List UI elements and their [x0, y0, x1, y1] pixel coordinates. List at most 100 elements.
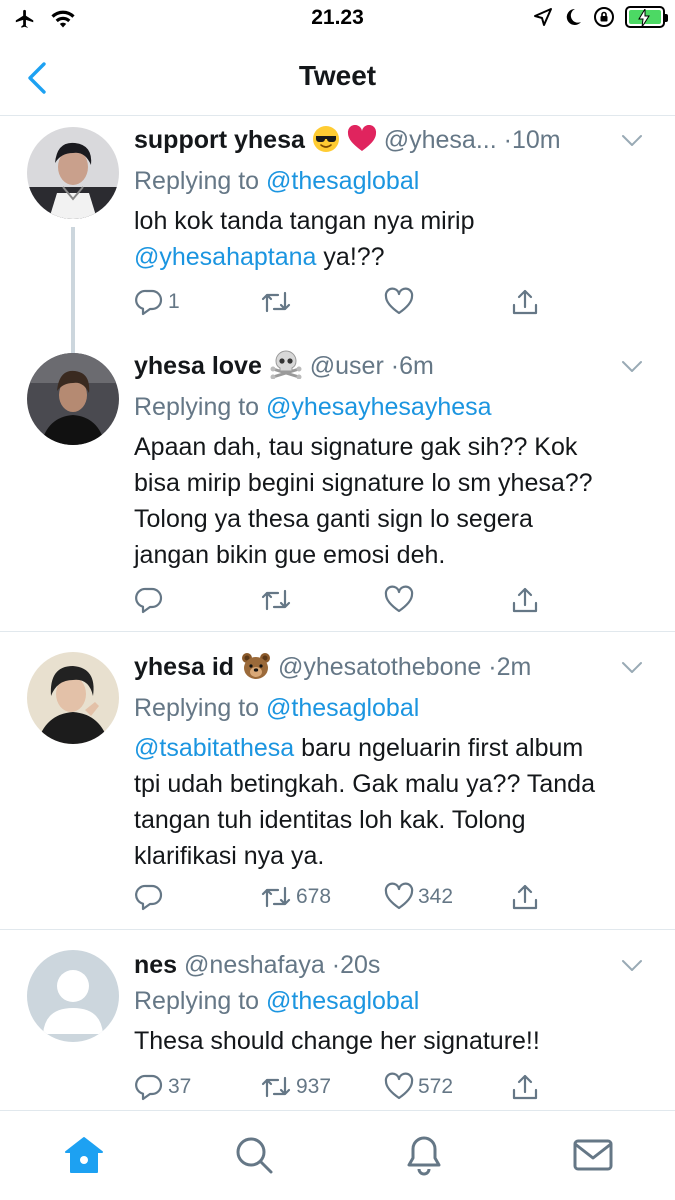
location-icon	[534, 8, 552, 26]
reply-button[interactable]	[134, 882, 168, 912]
retweet-count: 678	[296, 885, 332, 908]
tweet-actions: 37 937 572	[134, 1072, 554, 1106]
text-segment: klarifikasi nya ya.	[134, 842, 325, 870]
tweet-2[interactable]: yhesa love @user ·6m Replying to @yhesay…	[0, 345, 675, 631]
reply-button[interactable]: 37	[134, 1072, 191, 1102]
thread-line	[71, 227, 75, 345]
reply-button[interactable]	[134, 585, 168, 615]
red-heart-emoji	[347, 124, 377, 162]
reply-icon	[135, 587, 163, 614]
text-segment: bisa mirip begini signature lo sm yhesa?…	[134, 469, 593, 497]
heart-icon	[384, 1072, 414, 1100]
avatar[interactable]	[27, 127, 119, 219]
tweet-header: yhesa id @yhesatothebone ·2m	[134, 650, 645, 689]
retweet-button[interactable]	[260, 287, 296, 317]
tab-messages[interactable]	[571, 1133, 615, 1177]
mention-link[interactable]: @tsabitathesa	[134, 734, 294, 762]
retweet-button[interactable]: 937	[260, 1072, 331, 1102]
tweet-header: yhesa love @user ·6m	[134, 349, 645, 388]
tweet-text-line: tangan tuh identitas loh kak. Tolong	[134, 802, 645, 838]
status-bar: 21.23	[0, 0, 675, 38]
replying-to: Replying to @thesaglobal	[134, 691, 645, 725]
text-segment: tpi udah betingkah. Gak malu ya?? Tanda	[134, 770, 595, 798]
like-count: 572	[418, 1075, 454, 1098]
reply-icon	[135, 1074, 163, 1101]
like-button[interactable]: 572	[384, 1072, 453, 1102]
timestamp[interactable]: 6m	[399, 352, 434, 380]
like-button[interactable]	[384, 585, 418, 615]
avatar[interactable]	[27, 652, 119, 744]
chevron-down-icon[interactable]	[619, 654, 645, 680]
tweet-text: @tsabitathesa baru ngeluarin first album…	[134, 730, 645, 874]
retweet-button[interactable]	[260, 585, 296, 615]
mention-link[interactable]: @yhesahaptana	[134, 243, 316, 271]
tweet-text-line: Apaan dah, tau signature gak sih?? Kok	[134, 429, 645, 465]
tweet-actions: 1	[134, 287, 554, 321]
like-button[interactable]	[384, 287, 418, 317]
text-segment: Apaan dah, tau signature gak sih?? Kok	[134, 433, 578, 461]
battery-charging-icon	[625, 6, 668, 28]
handle[interactable]: @user	[310, 352, 384, 380]
tweet-1[interactable]: support yhesa @yhesa... ·10m Replying to…	[0, 117, 675, 345]
share-button[interactable]	[510, 287, 540, 317]
sunglasses-emoji	[312, 125, 340, 162]
display-name[interactable]: yhesa id	[134, 653, 234, 681]
replying-to-mention[interactable]: @thesaglobal	[266, 987, 419, 1015]
display-name[interactable]: support yhesa	[134, 126, 305, 154]
tweet-body: nes @neshafaya ·20s Replying to @thesagl…	[134, 948, 645, 1110]
tab-home[interactable]	[62, 1133, 106, 1177]
replying-prefix: Replying to	[134, 987, 260, 1015]
separator: ·	[503, 126, 512, 154]
replying-to-mention[interactable]: @thesaglobal	[266, 694, 419, 722]
handle[interactable]: @yhesa...	[384, 126, 497, 154]
display-name[interactable]: yhesa love	[134, 352, 262, 380]
replying-prefix: Replying to	[134, 167, 260, 195]
chevron-down-icon[interactable]	[619, 353, 645, 379]
tweet-4[interactable]: nes @neshafaya ·20s Replying to @thesagl…	[0, 930, 675, 1110]
tweet-body: yhesa love @user ·6m Replying to @yhesay…	[134, 349, 645, 631]
handle[interactable]: @neshafaya	[184, 951, 325, 979]
default-avatar-icon	[27, 950, 119, 1042]
tweet-body: yhesa id @yhesatothebone ·2m Replying to…	[134, 650, 645, 929]
tweet-3[interactable]: yhesa id @yhesatothebone ·2m Replying to…	[0, 632, 675, 929]
share-button[interactable]	[510, 882, 540, 912]
chevron-down-icon[interactable]	[619, 127, 645, 153]
display-name[interactable]: nes	[134, 951, 177, 979]
avatar[interactable]	[27, 950, 119, 1042]
retweet-icon	[261, 291, 291, 313]
tweet-text-line: Tolong ya thesa ganti sign lo segera	[134, 501, 645, 537]
tweet-text-line: bisa mirip begini signature lo sm yhesa?…	[134, 465, 645, 501]
orientation-lock-icon	[594, 7, 614, 27]
tweet-text-line: jangan bikin gue emosi deh.	[134, 537, 645, 573]
retweet-button[interactable]: 678	[260, 882, 331, 912]
tweet-text-line: @tsabitathesa baru ngeluarin first album	[134, 730, 645, 766]
page-title: Tweet	[298, 60, 377, 91]
reply-count: 37	[168, 1075, 192, 1098]
replying-to-mention[interactable]: @thesaglobal	[266, 167, 419, 195]
tab-search[interactable]	[232, 1133, 276, 1177]
separator: ·	[331, 951, 341, 979]
text-segment: ya!??	[316, 243, 385, 271]
home-icon	[65, 1137, 103, 1173]
share-icon	[512, 289, 538, 315]
reply-icon	[135, 884, 163, 911]
avatar[interactable]	[27, 353, 119, 445]
reply-button[interactable]: 1	[134, 287, 180, 317]
search-icon	[236, 1137, 273, 1174]
like-button[interactable]: 342	[384, 882, 453, 912]
timestamp[interactable]: 10m	[512, 126, 561, 154]
nav-header: Tweet	[0, 38, 675, 116]
replying-to-mention[interactable]: @yhesayhesayhesa	[266, 393, 492, 421]
replying-to: Replying to @yhesayhesayhesa	[134, 390, 645, 424]
tweet-text-line: @yhesahaptana ya!??	[134, 239, 645, 275]
share-button[interactable]	[510, 1072, 540, 1102]
tweet-text: Apaan dah, tau signature gak sih?? Kok b…	[134, 429, 645, 573]
timestamp[interactable]: 2m	[497, 653, 532, 681]
tab-notifications[interactable]	[402, 1133, 446, 1177]
handle[interactable]: @yhesatothebone	[278, 653, 481, 681]
tweet-header: support yhesa @yhesa... ·10m	[134, 123, 645, 162]
replying-prefix: Replying to	[134, 694, 260, 722]
share-button[interactable]	[510, 585, 540, 615]
timestamp[interactable]: 20s	[340, 951, 380, 979]
chevron-down-icon[interactable]	[619, 952, 645, 978]
